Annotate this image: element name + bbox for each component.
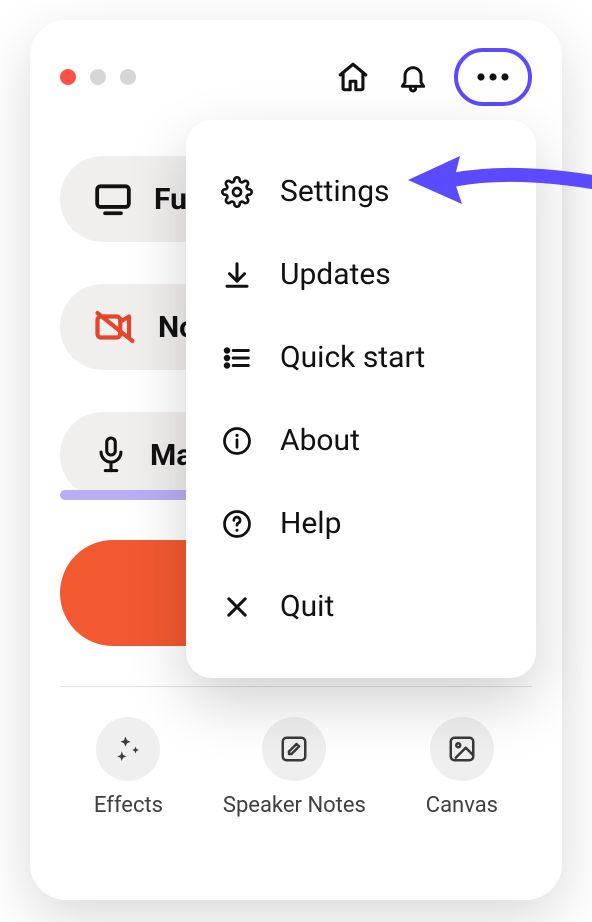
menu-item-quit[interactable]: Quit xyxy=(186,565,536,648)
menu-item-updates-label: Updates xyxy=(280,257,391,292)
canvas-label: Canvas xyxy=(426,793,498,818)
gear-icon xyxy=(220,176,254,208)
menu-item-about[interactable]: About xyxy=(186,399,536,482)
video-off-icon xyxy=(94,308,136,346)
menu-item-quit-label: Quit xyxy=(280,589,334,624)
fullscreen-label: Fu xyxy=(154,182,187,217)
speaker-notes-label: Speaker Notes xyxy=(223,793,366,818)
edit-note-icon xyxy=(262,717,326,781)
menu-item-quick-start[interactable]: Quick start xyxy=(186,316,536,399)
microphone-icon xyxy=(94,435,128,475)
download-icon xyxy=(220,260,254,290)
menu-item-settings[interactable]: Settings xyxy=(186,150,536,233)
info-icon xyxy=(220,426,254,456)
close-window-dot[interactable] xyxy=(60,69,76,85)
image-icon xyxy=(430,717,494,781)
minimize-window-dot[interactable] xyxy=(90,69,106,85)
bell-icon[interactable] xyxy=(394,58,432,96)
menu-item-about-label: About xyxy=(280,423,360,458)
traffic-lights xyxy=(60,69,136,85)
close-icon xyxy=(220,593,254,621)
divider xyxy=(60,686,532,687)
menu-item-quick-start-label: Quick start xyxy=(280,340,425,375)
help-icon xyxy=(220,509,254,539)
menu-item-updates[interactable]: Updates xyxy=(186,233,536,316)
more-menu: Settings Updates Quick start xyxy=(186,120,536,678)
speaker-notes-button[interactable]: Speaker Notes xyxy=(223,717,366,818)
home-icon[interactable] xyxy=(334,58,372,96)
menu-item-help[interactable]: Help xyxy=(186,482,536,565)
list-icon xyxy=(220,343,254,373)
canvas-button[interactable]: Canvas xyxy=(426,717,498,818)
menu-item-help-label: Help xyxy=(280,506,341,541)
titlebar-icons xyxy=(334,48,532,106)
bottom-row: Effects Speaker Notes xyxy=(60,717,532,818)
titlebar xyxy=(30,20,562,116)
effects-label: Effects xyxy=(94,793,163,818)
monitor-icon xyxy=(94,180,132,218)
effects-button[interactable]: Effects xyxy=(94,717,163,818)
more-menu-button[interactable] xyxy=(454,48,532,106)
zoom-window-dot[interactable] xyxy=(120,69,136,85)
sparkles-icon xyxy=(96,717,160,781)
menu-item-settings-label: Settings xyxy=(280,174,390,209)
